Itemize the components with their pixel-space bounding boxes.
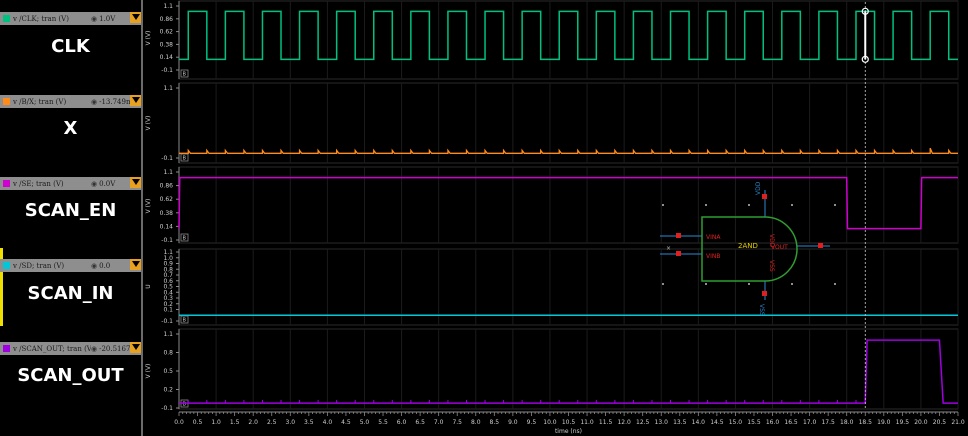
y-axis-unit: V (V) (145, 116, 152, 131)
x-tick-label: 13.5 (673, 419, 687, 426)
x-tick-label: 19.0 (877, 419, 891, 426)
x-tick-label: 5.5 (378, 419, 388, 426)
x-tick-label: 17.0 (803, 419, 817, 426)
lane-tag: B (183, 318, 187, 324)
y-tick-label: 0.8 (163, 350, 173, 357)
gate-label-vinb: VINB (706, 253, 720, 260)
x-tick-label: 0.5 (193, 419, 203, 426)
y-tick-label: 1.1 (163, 169, 173, 176)
y-tick-label: 0.14 (160, 54, 174, 61)
y-tick-label: 0.2 (163, 387, 173, 394)
x-tick-label: 9.5 (527, 419, 537, 426)
gate-label-vss-inner: VSS (768, 260, 775, 272)
lane-tag: B (183, 72, 187, 78)
pin-vdd (762, 194, 767, 199)
x-tick-label: 11.5 (599, 419, 613, 426)
y-tick-label: -0.1 (161, 67, 173, 74)
x-tick-label: 1.5 (230, 419, 240, 426)
pin-vout (818, 243, 823, 248)
lane-frame (178, 248, 959, 326)
y-axis-unit: V (V) (145, 31, 152, 46)
x-axis-title: time (ns) (555, 428, 582, 435)
x-tick-label: 15.0 (729, 419, 743, 426)
x-tick-label: 6.0 (397, 419, 407, 426)
lane-frame (178, 82, 959, 164)
lane-se[interactable]: 1.1 0.86 0.62 0.38 0.14 -0.1 V (V) B (145, 166, 959, 244)
y-tick-label: 1.1 (163, 85, 173, 92)
x-tick-label: 15.5 (747, 419, 761, 426)
x-tick-label: 4.0 (323, 419, 333, 426)
x-tick-label: 8.0 (471, 419, 481, 426)
y-tick-label: -0.1 (161, 405, 173, 412)
x-tick-label: 4.5 (341, 419, 351, 426)
x-tick-label: 9.0 (508, 419, 518, 426)
y-tick-label: 0.5 (163, 368, 173, 375)
x-tick-label: 20.5 (933, 419, 947, 426)
y-tick-label: -0.1 (161, 237, 173, 244)
y-tick-label: -0.1 (161, 318, 173, 325)
x-tick-label: 12.0 (617, 419, 631, 426)
y-tick-label: 0.1 (163, 307, 173, 314)
x-tick-label: 16.0 (766, 419, 780, 426)
x-tick-label: 11.0 (580, 419, 594, 426)
lane-frame (178, 0, 959, 80)
x-tick-label: 13.0 (655, 419, 669, 426)
y-tick-label: -0.1 (161, 155, 173, 162)
x-tick-label: 14.0 (692, 419, 706, 426)
gate-x-mark: × (666, 245, 671, 252)
lane-tag: B (183, 156, 187, 162)
lane-sd[interactable]: 1.11.00.90.80.70.60.50.40.30.20.1-0.1UB (145, 248, 959, 326)
x-tick-label: 20.0 (914, 419, 928, 426)
waveform-lanes: 1.1 0.86 0.62 0.38 0.14 -0.1 V (V) B 1.1 -0.1 V (V… (145, 0, 959, 412)
gate-label-vina: VINA (706, 234, 721, 241)
x-tick-label: 18.0 (840, 419, 854, 426)
x-tick-label: 10.0 (543, 419, 557, 426)
lane-clk[interactable]: 1.1 0.86 0.62 0.38 0.14 -0.1 V (V) B (145, 0, 959, 80)
y-tick-label: 1.1 (163, 3, 173, 10)
gate-label-vdd-inner: VDD (768, 234, 775, 248)
pin-vina (676, 233, 681, 238)
x-tick-label: 7.0 (434, 419, 444, 426)
y-tick-label: 0.38 (160, 210, 174, 217)
x-tick-label: 14.5 (710, 419, 724, 426)
y-tick-label: 1.1 (163, 331, 173, 338)
x-tick-label: 7.5 (452, 419, 462, 426)
y-axis-unit: U (145, 284, 152, 288)
x-tick-label: 17.5 (821, 419, 835, 426)
x-axis: 0.0 0.5 1.0 1.5 2.0 2.5 3.0 3.5 4.0 4.5 5.0 5.5 6.0 6… (174, 411, 965, 435)
x-tick-label: 21.0 (951, 419, 965, 426)
x-tick-label: 3.0 (286, 419, 296, 426)
x-tick-label: 18.5 (859, 419, 873, 426)
pin-vinb (676, 251, 681, 256)
waveform-plot-area[interactable]: 1.1 0.86 0.62 0.38 0.14 -0.1 V (V) B 1.1 -0.1 V (V… (0, 0, 968, 436)
lane-scan_out[interactable]: 1.10.80.50.2-0.1V (V)B (145, 328, 959, 412)
y-tick-label: 0.14 (160, 223, 174, 230)
x-tick-label: 0.0 (174, 419, 184, 426)
gate-label-vss-bottom: VSS (758, 304, 765, 316)
pin-vss (762, 291, 767, 296)
y-axis-unit: V (V) (145, 199, 152, 214)
x-tick-label: 5.0 (360, 419, 370, 426)
lane-frame (178, 328, 959, 410)
x-tick-label: 2.5 (267, 419, 277, 426)
y-tick-label: 0.62 (160, 196, 174, 203)
y-axis-unit: V (V) (145, 364, 152, 379)
x-tick-label: 8.5 (490, 419, 500, 426)
lane-x[interactable]: 1.1 -0.1 V (V) B (145, 82, 959, 164)
x-tick-label: 3.5 (304, 419, 314, 426)
x-tick-label: 2.0 (248, 419, 258, 426)
gate-title: 2AND (738, 242, 758, 250)
y-tick-label: 0.86 (160, 183, 174, 190)
y-tick-label: 0.86 (160, 16, 174, 23)
gate-label-vdd-top: VDD (755, 181, 762, 195)
x-tick-label: 6.5 (415, 419, 425, 426)
x-tick-label: 16.5 (784, 419, 798, 426)
x-tick-label: 12.5 (636, 419, 650, 426)
x-tick-label: 1.0 (211, 419, 221, 426)
lane-tag: B (183, 236, 187, 242)
y-tick-label: 0.38 (160, 41, 174, 48)
x-tick-label: 19.5 (896, 419, 910, 426)
y-tick-label: 0.62 (160, 29, 174, 36)
x-tick-label: 10.5 (562, 419, 576, 426)
